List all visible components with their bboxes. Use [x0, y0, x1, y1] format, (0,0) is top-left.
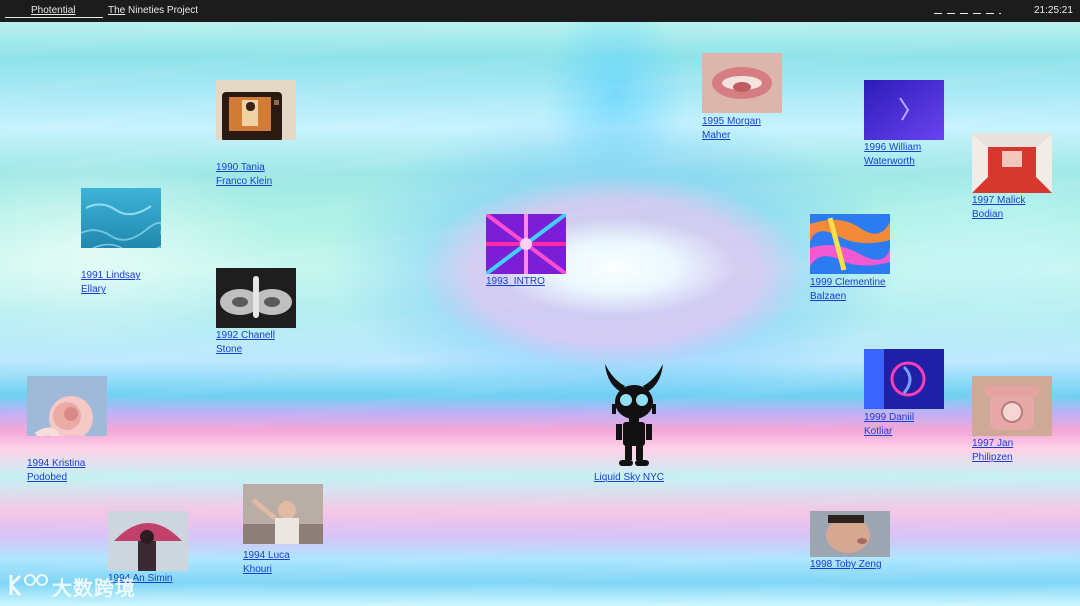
- card-caption-line1[interactable]: 1992 Chanell: [216, 329, 326, 343]
- dash-5[interactable]: [986, 12, 994, 14]
- project-name: Nineties Project: [128, 5, 199, 16]
- watermark-text: 大数跨境: [52, 578, 136, 600]
- card-caption-line2[interactable]: Ellary: [81, 283, 191, 297]
- thumbnail-abstract-image[interactable]: [810, 214, 890, 274]
- card-caption-line1[interactable]: 1999 Clementine: [810, 276, 920, 290]
- card-caption-line1[interactable]: 1997 Malick: [972, 194, 1080, 208]
- project-prefix-link[interactable]: The: [108, 5, 125, 16]
- thumbnail-umbrella-image[interactable]: [108, 511, 188, 571]
- dash-6[interactable]: [999, 12, 1001, 14]
- dash-2[interactable]: [947, 12, 955, 14]
- thumbnail-red-room-image[interactable]: [972, 133, 1052, 193]
- thumbnail-psychedelic-image[interactable]: [486, 214, 566, 274]
- card-caption-line2[interactable]: Waterworth: [864, 155, 974, 169]
- thumbnail-face-image[interactable]: [810, 511, 890, 557]
- thumbnail-water-image[interactable]: [81, 188, 161, 248]
- thumbnail-moth-image[interactable]: [216, 268, 296, 328]
- card-caption-line2[interactable]: Stone: [216, 343, 326, 357]
- dash-1[interactable]: [934, 12, 942, 14]
- card-caption-line1[interactable]: 1995 Morgan: [702, 115, 812, 129]
- card-caption-line1[interactable]: 1993_INTRO: [486, 275, 596, 289]
- top-bar: Photential The Nineties Project 21:25:21: [0, 0, 1080, 22]
- alien-robot-icon[interactable]: [603, 362, 665, 468]
- kk-logo-icon: [8, 573, 48, 600]
- card-caption-line2[interactable]: Bodian: [972, 208, 1080, 222]
- card-caption-line1[interactable]: 1997 Jan: [972, 437, 1080, 451]
- card-caption-line2[interactable]: Philipzen: [972, 451, 1080, 465]
- thumbnail-blue-image[interactable]: [864, 80, 944, 140]
- card-caption-line2[interactable]: Franco Klein: [216, 175, 326, 189]
- thumbnail-telephone-image[interactable]: [972, 376, 1052, 436]
- project-title: The Nineties Project: [108, 5, 198, 16]
- page-dash-indicator[interactable]: [934, 8, 1006, 19]
- card-caption-line1[interactable]: 1994 Kristina: [27, 457, 137, 471]
- card-caption-line2[interactable]: Maher: [702, 129, 812, 143]
- card-caption-line1[interactable]: 1991 Lindsay: [81, 269, 191, 283]
- dash-4[interactable]: [973, 12, 981, 14]
- card-caption-line2[interactable]: Khouri: [243, 563, 353, 577]
- card-caption-line1[interactable]: 1990 Tania: [216, 161, 326, 175]
- card-caption-line2[interactable]: Podobed: [27, 471, 137, 485]
- card-caption-line2[interactable]: Balzaen: [810, 290, 920, 304]
- card-caption-line1[interactable]: 1999 Daniil: [864, 411, 974, 425]
- brand-label[interactable]: Photential: [31, 5, 75, 16]
- thumbnail-tv-image[interactable]: [216, 80, 296, 140]
- card-caption-line1[interactable]: 1996 William: [864, 141, 974, 155]
- card-caption-line2[interactable]: Kotliar: [864, 425, 974, 439]
- thumbnail-neon-image[interactable]: [864, 349, 944, 409]
- brand-link[interactable]: Photential: [5, 3, 103, 18]
- thumbnail-lips-image[interactable]: [702, 53, 782, 113]
- clock: 21:25:21: [1034, 5, 1073, 16]
- logo-link[interactable]: Liquid Sky NYC: [594, 472, 664, 483]
- dash-3[interactable]: [960, 12, 968, 14]
- thumbnail-rose-image[interactable]: [27, 376, 107, 436]
- card-caption-line1[interactable]: 1994 Luca: [243, 549, 353, 563]
- thumbnail-person-image[interactable]: [243, 484, 323, 544]
- card-caption-line1[interactable]: 1998 Toby Zeng: [810, 558, 920, 572]
